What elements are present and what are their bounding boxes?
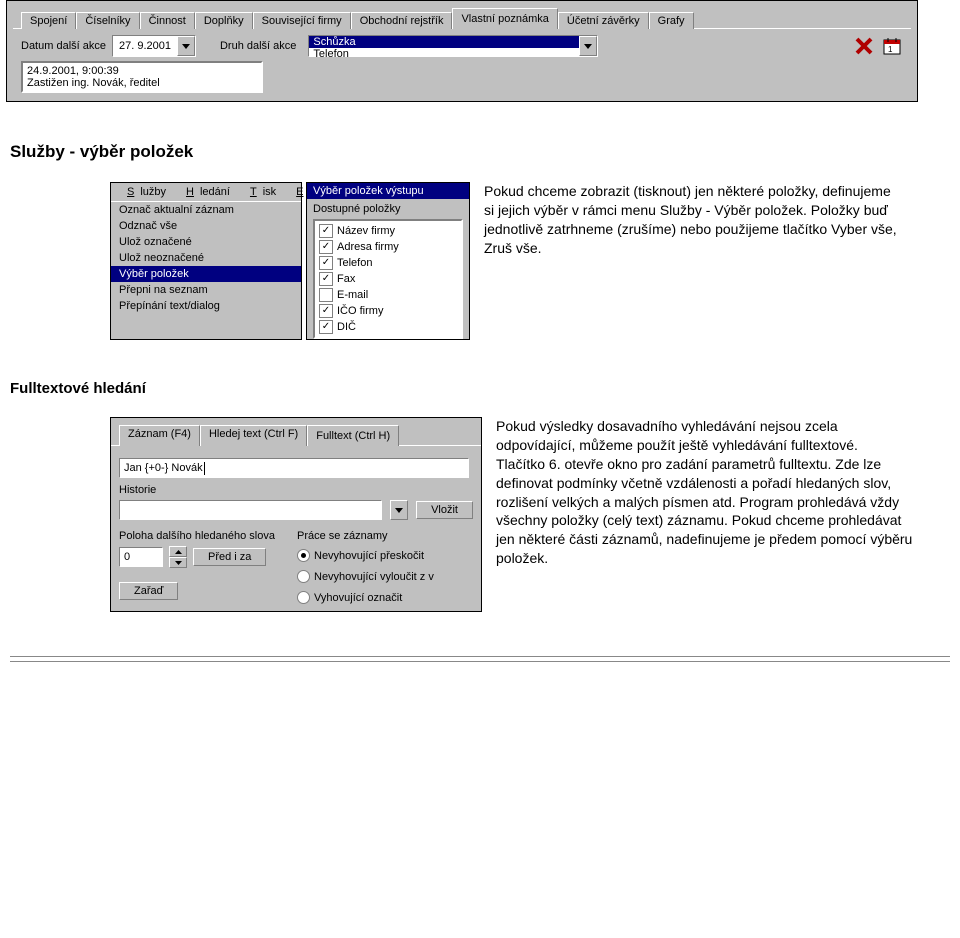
druh-option-telefon[interactable]: Telefon xyxy=(309,48,579,60)
ft-body: Jan {+0-} Novák Historie Vložit Poloha d… xyxy=(111,445,481,611)
paragraph-fulltext: Pokud výsledky dosavadního vyhledávání n… xyxy=(482,417,946,568)
tab-souvisejici-firmy[interactable]: Související firmy xyxy=(253,12,351,29)
label-dostupne-polozky: Dostupné položky xyxy=(313,203,463,215)
spinner-down[interactable] xyxy=(169,557,187,568)
radio-vyloucit[interactable] xyxy=(297,570,310,583)
note-line-2: Zastižen ing. Novák, ředitel xyxy=(27,77,257,89)
tab-vlastni-poznamka[interactable]: Vlastní poznámka xyxy=(452,8,557,29)
tab-doplnky[interactable]: Doplňky xyxy=(195,12,253,29)
menu-item-sluzby[interactable]: Služby xyxy=(115,185,172,199)
chk-adresa-firmy[interactable]: ✓ xyxy=(319,240,333,254)
btn-zarad[interactable]: Zařaď xyxy=(119,582,178,600)
panel-vyber-polozek: Výběr položek výstupu Dostupné položky ✓… xyxy=(306,182,470,340)
ft-tab-hledej-text[interactable]: Hledej text (Ctrl F) xyxy=(200,425,307,446)
druh-dropdown[interactable]: Schůzka Telefon xyxy=(308,35,598,57)
fulltext-panel: Záznam (F4) Hledej text (Ctrl F) Fulltex… xyxy=(110,417,482,612)
menu-item-tisk[interactable]: Tisk xyxy=(238,185,282,199)
mi-prepinani-textdialog[interactable]: Přepínání text/dialog xyxy=(111,298,301,314)
heading-fulltext: Fulltextové hledání xyxy=(10,380,960,397)
chk-telefon[interactable]: ✓ xyxy=(319,256,333,270)
poloha-value: 0 xyxy=(124,551,130,563)
mi-odznac-vse[interactable]: Odznač vše xyxy=(111,218,301,234)
date-value: 27. 9.2001 xyxy=(113,40,177,52)
menu-dropdown: Označ aktualní záznam Odznač vše Ulož oz… xyxy=(111,201,301,314)
heading-sluzby-vyber: Služby - výběr položek xyxy=(10,142,960,162)
poloha-input[interactable]: 0 xyxy=(119,547,163,567)
divider xyxy=(10,661,950,662)
chk-ico[interactable]: ✓ xyxy=(319,304,333,318)
tab-content: Datum další akce 27. 9.2001 Druh další a… xyxy=(13,28,911,101)
tab-ciselniky[interactable]: Číselníky xyxy=(76,12,139,29)
lbl-adresa-firmy: Adresa firmy xyxy=(337,241,399,253)
lbl-radio-oznacit: Vyhovující označit xyxy=(314,592,402,604)
chk-email[interactable] xyxy=(319,288,333,302)
mi-prepni-na-seznam[interactable]: Přepni na seznam xyxy=(111,282,301,298)
lbl-radio-preskocit: Nevyhovující přeskočit xyxy=(314,550,424,562)
lbl-telefon: Telefon xyxy=(337,257,372,269)
radio-preskocit[interactable] xyxy=(297,549,310,562)
chevron-down-icon xyxy=(182,44,190,49)
divider xyxy=(10,656,950,657)
chevron-down-icon xyxy=(175,561,182,565)
btn-vlozit[interactable]: Vložit xyxy=(416,501,473,519)
lbl-radio-vyloucit: Nevyhovující vyloučit z v xyxy=(314,571,434,583)
tab-cinnost[interactable]: Činnost xyxy=(140,12,195,29)
note-line-1: 24.9.2001, 9:00:39 xyxy=(27,65,257,77)
mi-oznac-aktualni[interactable]: Označ aktualní záznam xyxy=(111,202,301,218)
btn-pred-i-za[interactable]: Před i za xyxy=(193,548,266,566)
note-list[interactable]: 24.9.2001, 9:00:39 Zastižen ing. Novák, … xyxy=(21,61,263,93)
tab-ucetni-zaverky[interactable]: Účetní závěrky xyxy=(558,12,649,29)
lbl-fax: Fax xyxy=(337,273,355,285)
druh-option-schuzka[interactable]: Schůzka xyxy=(309,36,579,48)
menu-item-hledani[interactable]: Hledání xyxy=(174,185,236,199)
paragraph-sluzby: Pokud chceme zobrazit (tisknout) jen něk… xyxy=(470,182,934,258)
chk-fax[interactable]: ✓ xyxy=(319,272,333,286)
radio-oznacit[interactable] xyxy=(297,591,310,604)
top-record-panel: Spojení Číselníky Činnost Doplňky Souvis… xyxy=(6,0,918,102)
historie-dropdown-button[interactable] xyxy=(390,500,408,520)
delete-icon[interactable] xyxy=(853,35,875,57)
mi-uloz-neoznacene[interactable]: Ulož neoznačené xyxy=(111,250,301,266)
checkbox-list: ✓ Název firmy ✓ Adresa firmy ✓ Telefon ✓ Fax… xyxy=(313,219,463,339)
historie-input[interactable] xyxy=(119,500,382,520)
ft-tab-fulltext[interactable]: Fulltext (Ctrl H) xyxy=(307,425,399,446)
ft-search-value: Jan {+0-} Novák xyxy=(124,462,203,474)
tab-grafy[interactable]: Grafy xyxy=(649,12,694,29)
label-prace-se-zaznamy: Práce se záznamy xyxy=(297,530,473,542)
mi-uloz-oznacene[interactable]: Ulož označené xyxy=(111,234,301,250)
chk-nazev-firmy[interactable]: ✓ xyxy=(319,224,333,238)
spinner-up[interactable] xyxy=(169,546,187,557)
druh-dropdown-button[interactable] xyxy=(579,36,597,56)
chevron-down-icon xyxy=(395,508,403,513)
tabstrip: Spojení Číselníky Činnost Doplňky Souvis… xyxy=(7,1,917,28)
label-datum-dalsi-akce: Datum další akce xyxy=(21,40,106,52)
panel-title: Výběr položek výstupu xyxy=(307,183,469,199)
label-poloha: Poloha dalšího hledaného slova xyxy=(119,530,279,542)
lbl-email: E-mail xyxy=(337,289,368,301)
menubar: Služby Hledání Tisk Expor xyxy=(111,183,301,201)
ft-search-input[interactable]: Jan {+0-} Novák xyxy=(119,458,469,478)
menu-sluzby: Služby Hledání Tisk Expor Označ aktualní… xyxy=(110,182,302,340)
tab-obchodni-rejstrik[interactable]: Obchodní rejstřík xyxy=(351,12,453,29)
label-historie: Historie xyxy=(119,484,473,496)
mi-vyber-polozek[interactable]: Výběr položek xyxy=(111,266,301,282)
lbl-dic: DIČ xyxy=(337,321,356,333)
label-druh-dalsi-akce: Druh další akce xyxy=(220,40,296,52)
ft-tabstrip: Záznam (F4) Hledej text (Ctrl F) Fulltex… xyxy=(111,418,481,445)
lbl-nazev-firmy: Název firmy xyxy=(337,225,395,237)
svg-text:1: 1 xyxy=(888,45,893,54)
chk-dic[interactable]: ✓ xyxy=(319,320,333,334)
ft-tab-zaznam[interactable]: Záznam (F4) xyxy=(119,425,200,446)
date-dropdown-button[interactable] xyxy=(177,36,195,56)
lbl-ico: IČO firmy xyxy=(337,305,383,317)
tab-spojeni[interactable]: Spojení xyxy=(21,12,76,29)
calendar-icon[interactable]: 1 xyxy=(881,35,903,57)
date-picker[interactable]: 27. 9.2001 xyxy=(112,35,196,57)
chevron-down-icon xyxy=(584,44,592,49)
chevron-up-icon xyxy=(175,550,182,554)
